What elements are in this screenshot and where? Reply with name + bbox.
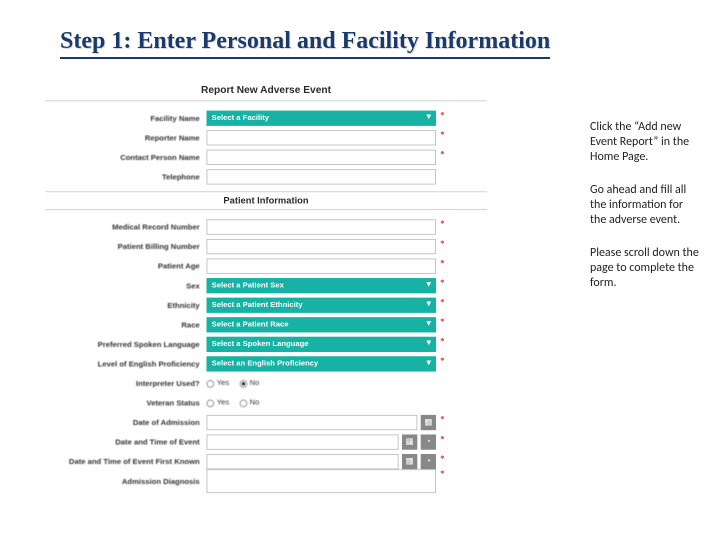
form-header: Report New Adverse Event — [45, 80, 487, 101]
radio-yes: Yes — [217, 379, 229, 388]
required-icon: * — [440, 356, 444, 365]
label-age: Patient Age — [45, 261, 207, 270]
calendar-icon[interactable]: ▦ — [421, 414, 436, 429]
radio-no: No — [250, 379, 260, 388]
required-icon: * — [440, 317, 444, 326]
radio-icon[interactable] — [207, 399, 215, 407]
clock-icon[interactable]: ◔ — [421, 434, 436, 449]
side-notes: Click the “Add new Event Report” in the … — [590, 120, 700, 309]
calendar-icon[interactable]: ▦ — [402, 434, 417, 449]
mrn-input[interactable] — [207, 219, 437, 234]
age-input[interactable] — [207, 258, 437, 273]
label-interpreter: Interpreter Used? — [45, 379, 207, 388]
english-select[interactable]: Select an English Proficiency — [207, 356, 437, 371]
radio-yes: Yes — [217, 398, 229, 407]
sex-select[interactable]: Select a Patient Sex — [207, 278, 437, 293]
label-veteran: Veteran Status — [45, 398, 207, 407]
reporter-input[interactable] — [207, 130, 437, 145]
event-date-input[interactable] — [207, 434, 399, 449]
required-icon: * — [440, 130, 444, 139]
radio-icon[interactable] — [207, 380, 215, 388]
radio-no: No — [250, 398, 260, 407]
calendar-icon[interactable]: ▦ — [402, 454, 417, 469]
required-icon: * — [440, 434, 444, 443]
veteran-radio-group[interactable]: Yes No — [207, 398, 437, 407]
label-race: Race — [45, 320, 207, 329]
required-icon: * — [440, 297, 444, 306]
label-billing: Patient Billing Number — [45, 242, 207, 251]
required-icon: * — [440, 239, 444, 248]
note-3: Please scroll down the page to complete … — [590, 246, 700, 291]
required-icon: * — [440, 414, 444, 423]
billing-input[interactable] — [207, 239, 437, 254]
label-reporter: Reporter Name — [45, 133, 207, 142]
contact-input[interactable] — [207, 149, 437, 164]
radio-icon[interactable] — [239, 380, 247, 388]
label-facility: Facility Name — [45, 114, 207, 123]
required-icon: * — [440, 258, 444, 267]
clock-icon[interactable]: ◔ — [421, 454, 436, 469]
label-sex: Sex — [45, 281, 207, 290]
note-1: Click the “Add new Event Report” in the … — [590, 120, 700, 165]
label-admission: Date of Admission — [45, 418, 207, 427]
required-icon: * — [440, 336, 444, 345]
race-select[interactable]: Select a Patient Race — [207, 317, 437, 332]
label-diagnosis: Admission Diagnosis — [45, 477, 207, 486]
ethnicity-select[interactable]: Select a Patient Ethnicity — [207, 297, 437, 312]
label-mrn: Medical Record Number — [45, 222, 207, 231]
radio-icon[interactable] — [239, 399, 247, 407]
label-known-dt: Date and Time of Event First Known — [45, 457, 207, 466]
form-screenshot: Report New Adverse Event Facility Name S… — [45, 80, 487, 454]
label-language: Preferred Spoken Language — [45, 340, 207, 349]
language-select[interactable]: Select a Spoken Language — [207, 336, 437, 351]
facility-select[interactable]: Select a Facility — [207, 110, 437, 125]
diagnosis-input[interactable] — [207, 469, 437, 493]
label-event-dt: Date and Time of Event — [45, 437, 207, 446]
interpreter-radio-group[interactable]: Yes No — [207, 379, 437, 388]
label-ethnicity: Ethnicity — [45, 301, 207, 310]
section-patient-info: Patient Information — [45, 191, 487, 210]
known-date-input[interactable] — [207, 454, 399, 469]
required-icon: * — [440, 219, 444, 228]
label-english: Level of English Proficiency — [45, 359, 207, 368]
required-icon: * — [440, 149, 444, 158]
label-contact: Contact Person Name — [45, 153, 207, 162]
admission-date-input[interactable] — [207, 414, 418, 429]
required-icon: * — [440, 469, 444, 478]
required-icon: * — [440, 278, 444, 287]
required-icon: * — [440, 110, 444, 119]
required-icon: * — [440, 454, 444, 463]
telephone-input[interactable] — [207, 169, 437, 184]
slide-title: Step 1: Enter Personal and Facility Info… — [60, 28, 550, 59]
label-telephone: Telephone — [45, 172, 207, 181]
note-2: Go ahead and fill all the information fo… — [590, 183, 700, 228]
